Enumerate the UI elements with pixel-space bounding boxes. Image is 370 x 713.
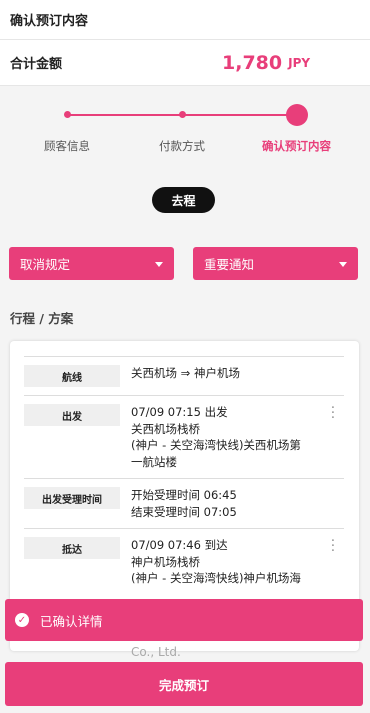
departure-terminal-cont: 一航站楼 — [131, 454, 177, 469]
arrival-terminal: (神户 - 关空海湾快线)神户机场海 — [131, 571, 301, 585]
total-amount: 1,780 — [222, 51, 283, 74]
row-key: 出发受理时间 — [24, 487, 120, 509]
page-header: 确认预订内容 — [0, 0, 370, 40]
cancel-policy-label: 取消规定 — [20, 257, 71, 272]
chevron-down-icon — [155, 262, 163, 267]
page-title: 确认预订内容 — [10, 14, 89, 29]
outbound-badge: 去程 — [152, 187, 215, 213]
important-notice-button[interactable]: 重要通知 — [193, 247, 358, 280]
complete-booking-button[interactable]: 完成预订 — [5, 662, 363, 706]
details-confirmed-toggle[interactable]: ✓ 已确认详情 — [5, 599, 363, 641]
step-dot-confirm — [286, 104, 308, 126]
details-confirmed-label: 已确认详情 — [40, 613, 103, 629]
more-options-icon[interactable]: · · · — [330, 402, 336, 425]
step-dot-customer — [64, 111, 71, 118]
check-circle-icon: ✓ — [15, 613, 29, 627]
total-amount-bar: 合计金额 1,780 JPY — [0, 40, 370, 86]
step-label-payment: 付款方式 — [159, 139, 205, 153]
progress-steps: 顾客信息 付款方式 确认预订内容 — [0, 86, 370, 166]
step-dot-payment — [179, 111, 186, 118]
more-options-icon[interactable]: · · · — [330, 535, 336, 558]
row-value: 开始受理时间 06:45 结束受理时间 07:05 — [120, 487, 310, 520]
itinerary-row-route: 航线 关西机场 ⇒ 神户机场 — [24, 356, 344, 395]
row-key: 抵达 — [24, 537, 120, 559]
total-currency: JPY — [288, 55, 311, 70]
route-text: 关西机场 ⇒ 神户机场 — [131, 366, 240, 380]
departure-terminal: (神户 - 关空海湾快线)关西机场第 — [131, 438, 301, 452]
cancel-policy-button[interactable]: 取消规定 — [9, 247, 174, 280]
step-label-confirm: 确认预订内容 — [262, 139, 331, 153]
itinerary-row-checkin: 出发受理时间 开始受理时间 06:45 结束受理时间 07:05 — [24, 478, 344, 528]
important-notice-label: 重要通知 — [204, 257, 255, 272]
arrival-time: 07/09 07:46 到达 — [131, 538, 228, 552]
departure-time: 07/09 07:15 出发 — [131, 405, 228, 419]
total-label: 合计金额 — [10, 57, 63, 72]
itinerary-row-arrival: 抵达 07/09 07:46 到达 神户机场栈桥 (神户 - 关空海湾快线)神户… — [24, 528, 344, 595]
row-value: 07/09 07:46 到达 神户机场栈桥 (神户 - 关空海湾快线)神户机场海 — [120, 537, 310, 587]
step-label-customer: 顾客信息 — [44, 139, 90, 153]
row-value: 07/09 07:15 出发 关西机场栈桥 (神户 - 关空海湾快线)关西机场第… — [120, 404, 310, 470]
checkin-start: 开始受理时间 06:45 — [131, 488, 237, 502]
departure-pier: 关西机场栈桥 — [131, 421, 200, 436]
row-key: 航线 — [24, 365, 120, 387]
checkin-end: 结束受理时间 07:05 — [131, 504, 237, 519]
itinerary-row-departure: 出发 07/09 07:15 出发 关西机场栈桥 (神户 - 关空海湾快线)关西… — [24, 395, 344, 478]
operator-name: Co., Ltd. — [131, 645, 181, 659]
section-title: 行程 / 方案 — [10, 311, 74, 326]
row-key: 出发 — [24, 404, 120, 426]
row-value: 关西机场 ⇒ 神户机场 — [120, 365, 310, 387]
arrival-pier: 神户机场栈桥 — [131, 554, 200, 569]
chevron-down-icon — [339, 262, 347, 267]
complete-booking-label: 完成预订 — [158, 677, 209, 693]
